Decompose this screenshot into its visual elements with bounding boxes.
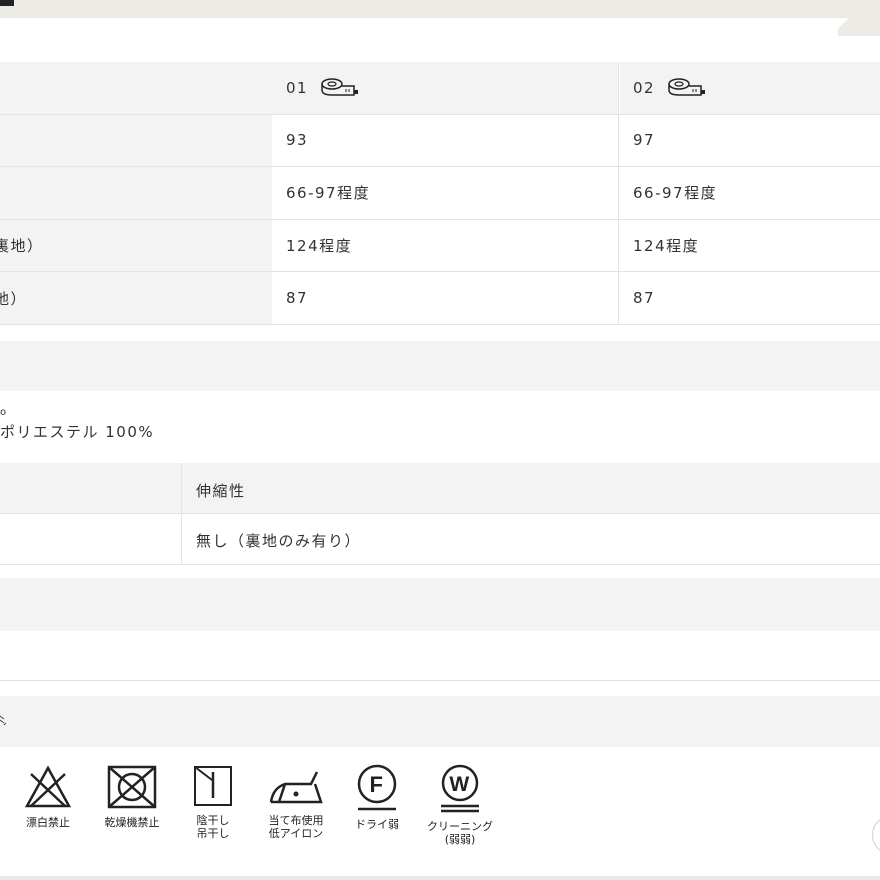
size-row: 66-97程度 66-97程度 <box>0 167 880 220</box>
top-bar <box>0 0 880 18</box>
size-table: 01 02 93 97 66-97程度 66-97程度 裏地） 124程度 12… <box>0 62 880 325</box>
size-row-label <box>0 114 272 167</box>
care-no-tumble-dry: 乾燥機禁止 <box>96 764 168 829</box>
size-row: 裏地） 124程度 124程度 <box>0 219 880 273</box>
care-low-iron: 当て布使用 低アイロン <box>258 764 334 840</box>
size-cell: 87 <box>620 272 880 324</box>
size-header-label: 02 <box>633 78 656 97</box>
size-row-label <box>0 167 272 219</box>
size-cell: 97 <box>620 114 880 167</box>
size-row: 地） 87 87 <box>0 272 880 325</box>
care-no-bleach: 漂白禁止 <box>19 764 77 829</box>
size-table-header: 01 02 <box>0 62 880 115</box>
bottom-divider <box>0 876 880 880</box>
care-caption: 当て布使用 低アイロン <box>268 814 324 840</box>
divider <box>0 680 880 681</box>
material-composition: ポリエステル 100% <box>0 423 155 441</box>
dry-clean-icon: F <box>357 764 397 811</box>
stretch-row: 無し（裏地のみ有り） <box>0 514 880 565</box>
size-row-label: 地） <box>0 272 272 324</box>
care-caption: ドライ弱 <box>355 818 399 831</box>
top-tab <box>838 18 880 36</box>
care-wet-clean: W クリーニング (弱弱) <box>424 764 496 846</box>
stretch-table: 伸縮性 無し（裏地のみ有り） <box>0 463 880 565</box>
care-caption: 乾燥機禁止 <box>104 816 160 829</box>
care-caption: 漂白禁止 <box>26 816 70 829</box>
care-shade-line-dry: 陰干し 吊干し <box>188 764 238 840</box>
wet-clean-icon: W <box>441 764 479 813</box>
svg-text:W: W <box>449 773 470 796</box>
size-header-label: 01 <box>286 78 309 97</box>
size-row: 93 97 <box>0 114 880 168</box>
shade-line-dry-icon <box>194 766 232 806</box>
svg-text:F: F <box>370 772 385 797</box>
size-cell: 66-97程度 <box>272 167 619 219</box>
size-cell: 87 <box>272 272 619 324</box>
low-iron-icon <box>269 771 323 804</box>
top-corner-mark <box>0 0 14 6</box>
care-section-header <box>0 696 880 747</box>
no-tumble-dry-icon <box>107 765 157 809</box>
material-info: o ポリエステル 100% <box>0 407 154 442</box>
measuring-tape-icon <box>668 78 706 96</box>
material-section-header <box>0 341 880 391</box>
size-header-01: 01 <box>272 62 619 114</box>
size-header-02: 02 <box>620 62 880 114</box>
size-cell: 66-97程度 <box>620 167 880 219</box>
header-text-fragment <box>0 715 6 726</box>
care-caption: クリーニング (弱弱) <box>427 820 493 846</box>
measuring-tape-icon <box>321 78 359 96</box>
size-table-header-label <box>0 62 272 114</box>
section-header-band <box>0 578 880 631</box>
care-dry-clean: F ドライ弱 <box>348 764 406 831</box>
material-fragment: o <box>0 407 8 418</box>
stretch-header-label: 伸縮性 <box>196 482 246 500</box>
stretch-header: 伸縮性 <box>0 463 880 514</box>
size-cell: 124程度 <box>272 219 619 272</box>
size-cell: 124程度 <box>620 219 880 272</box>
size-row-label: 裏地） <box>0 219 272 272</box>
care-caption: 陰干し 吊干し <box>196 814 230 840</box>
stretch-value: 無し（裏地のみ有り） <box>196 532 362 550</box>
no-bleach-icon <box>24 765 72 808</box>
scroll-top-button[interactable] <box>872 815 880 855</box>
size-cell: 93 <box>272 114 619 167</box>
